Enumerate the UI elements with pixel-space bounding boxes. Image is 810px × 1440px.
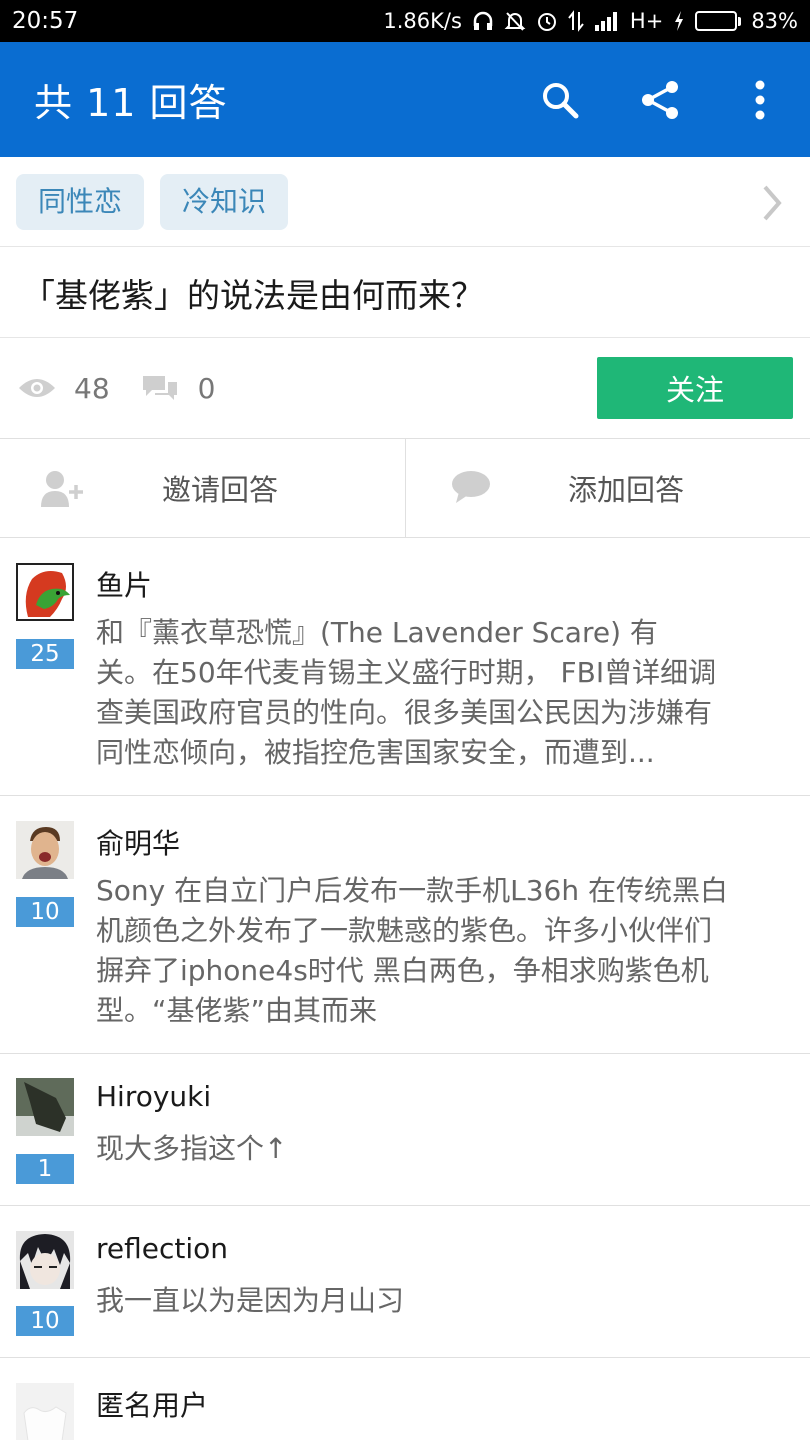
add-answer-button[interactable]: 添加回答 <box>405 439 810 537</box>
alarm-icon <box>537 13 556 31</box>
follow-button[interactable]: 关注 <box>597 357 793 419</box>
vote-count-badge: 10 <box>16 897 74 927</box>
share-icon <box>642 80 678 119</box>
chevron-right-icon[interactable] <box>760 183 784 223</box>
answer-item[interactable]: 匿名用户 <box>0 1358 810 1440</box>
answer-excerpt: Sony 在自立门户后发布一款手机L36h 在传统黑白 机颜色之外发布了一款魅惑… <box>96 871 780 1031</box>
view-count: 48 <box>18 372 110 405</box>
app-bar: 共 11 回答 <box>0 42 810 157</box>
avatar[interactable] <box>16 563 74 621</box>
answer-excerpt: 和『薰衣草恐慌』(The Lavender Scare) 有 关。在50年代麦肯… <box>96 613 780 773</box>
view-count-value: 48 <box>74 371 110 405</box>
avatar-anime-icon <box>16 1231 74 1289</box>
vote-count-badge: 10 <box>16 1306 74 1336</box>
comment-count-value: 0 <box>197 371 216 405</box>
excerpt-line: 和『薰衣草恐慌』(The Lavender Scare) 有 <box>96 616 658 649</box>
answer-excerpt: 我一直以为是因为月山习 <box>96 1281 780 1321</box>
search-button[interactable] <box>510 42 610 157</box>
tag-trivia[interactable]: 冷知识 <box>160 173 289 230</box>
question-actions: 邀请回答 添加回答 <box>0 438 810 538</box>
speech-bubble-icon <box>452 471 490 503</box>
mute-bell-icon <box>504 12 526 31</box>
excerpt-line: Sony 在自立门户后发布一款手机L36h 在传统黑白 <box>96 874 728 907</box>
topic-tags: 同性恋 冷知识 <box>0 157 810 247</box>
answer-author[interactable]: Hiroyuki <box>96 1080 211 1113</box>
invite-answer-label: 邀请回答 <box>162 473 279 507</box>
avatar[interactable] <box>16 821 74 879</box>
excerpt-line: 型。“基佬紫”由其而来 <box>96 994 378 1027</box>
question-stats: 48 0 关注 <box>0 338 810 438</box>
share-button[interactable] <box>610 42 710 157</box>
network-speed: 1.86K/s <box>383 9 462 33</box>
eye-icon <box>19 379 55 397</box>
excerpt-line: 机颜色之外发布了一款魅惑的紫色。许多小伙伴们 <box>96 914 713 947</box>
avatar[interactable] <box>16 1231 74 1289</box>
excerpt-line: 关。在50年代麦肯锡主义盛行时期， FBI曾详细调 <box>96 656 717 689</box>
question-title: 「基佬紫」的说法是由何而来？ <box>0 248 810 338</box>
answer-item[interactable]: 25 鱼片 和『薰衣草恐慌』(The Lavender Scare) 有 关。在… <box>0 538 810 796</box>
battery-percent: 83% <box>751 9 798 33</box>
excerpt-line: 查美国政府官员的性向。很多美国公民因为涉嫌有 <box>96 696 713 729</box>
status-bar: 20:57 1.86K/s H+ 83% <box>0 0 810 42</box>
search-icon <box>543 82 579 118</box>
vote-count-badge: 1 <box>16 1154 74 1184</box>
vote-count-badge: 25 <box>16 639 74 669</box>
page-title: 共 11 回答 <box>34 81 228 125</box>
comment-count: 0 <box>140 371 216 405</box>
answer-author[interactable]: 鱼片 <box>96 564 152 604</box>
invite-answer-button[interactable]: 邀请回答 <box>0 439 405 537</box>
add-answer-label: 添加回答 <box>568 473 685 507</box>
tag-gay[interactable]: 同性恋 <box>16 173 145 230</box>
network-type: H+ <box>629 9 664 33</box>
answer-excerpt: 现大多指这个↑ <box>96 1129 780 1169</box>
signal-bars-icon <box>594 12 617 31</box>
status-time: 20:57 <box>12 8 79 34</box>
avatar[interactable] <box>16 1078 74 1136</box>
answer-author[interactable]: 匿名用户 <box>96 1384 208 1424</box>
charging-icon <box>675 11 684 31</box>
answer-author[interactable]: reflection <box>96 1232 228 1265</box>
answer-item[interactable]: 10 俞明华 Sony 在自立门户后发布一款手机L36h 在传统黑白 机颜色之外… <box>0 796 810 1054</box>
avatar[interactable] <box>16 1383 74 1440</box>
status-indicators: 1.86K/s H+ 83% <box>383 9 798 33</box>
add-user-icon <box>41 471 83 507</box>
answer-item[interactable]: 10 reflection 我一直以为是因为月山习 <box>0 1206 810 1358</box>
excerpt-line: 摒弃了iphone4s时代 黑白两色，争相求购紫色机 <box>96 954 709 987</box>
excerpt-line: 我一直以为是因为月山习 <box>96 1284 405 1317</box>
more-options-button[interactable] <box>710 42 810 157</box>
avatar-photo-icon <box>16 821 74 879</box>
comments-icon <box>142 376 177 400</box>
more-vert-icon <box>755 80 765 119</box>
signal-updown-icon <box>568 10 584 32</box>
avatar-cartoon-icon <box>25 571 70 617</box>
excerpt-line: 现大多指这个↑ <box>96 1132 288 1165</box>
answer-author[interactable]: 俞明华 <box>96 822 180 862</box>
excerpt-line: 同性恋倾向，被指控危害国家安全，而遭到... <box>96 736 655 769</box>
avatar-anonymous-icon <box>16 1383 74 1440</box>
answer-item[interactable]: 1 Hiroyuki 现大多指这个↑ <box>0 1054 810 1206</box>
avatar-photo-icon <box>16 1078 74 1136</box>
headphones-icon <box>473 11 493 30</box>
battery-icon <box>695 11 742 31</box>
